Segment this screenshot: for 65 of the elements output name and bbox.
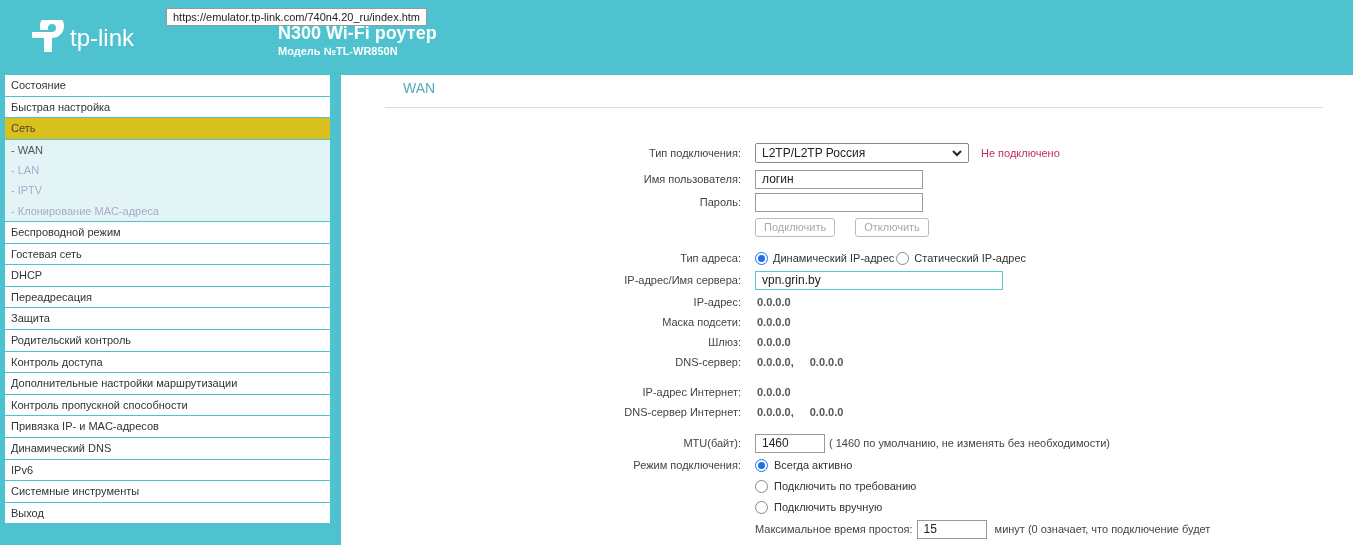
radio-button[interactable] (755, 501, 768, 514)
radio-label: Всегда активно (774, 458, 853, 474)
sidebar-item[interactable]: Системные инструменты (5, 481, 330, 503)
sidebar-item[interactable]: DHCP (5, 265, 330, 287)
sidebar-item[interactable]: Состояние (5, 75, 330, 97)
field-label: Пароль: (698, 195, 742, 211)
sidebar-item[interactable]: Привязка IP- и MAC-адресов (5, 416, 330, 438)
value-text: 0.0.0.0, (757, 404, 794, 420)
connection-status: Не подключено (981, 145, 1060, 161)
field-label: DNS-сервер: (674, 354, 742, 370)
sidebar-item[interactable]: Быстрая настройка (5, 96, 330, 119)
value-text: 0.0.0.0 (757, 384, 791, 400)
hint-text: ( 1460 по умолчанию, не изменять без необходимости) (829, 436, 1110, 452)
product-title: N300 Wi-Fi роутер (278, 23, 437, 45)
text-field[interactable]: 1460 (755, 434, 825, 453)
field-label: Максимальное время простоя: (755, 522, 913, 538)
field-label: IP-адрес/Имя сервера: (623, 273, 742, 289)
sidebar-item[interactable]: Переадресация (5, 286, 330, 309)
tooltip: https://emulator.tp-link.com/740n4.20_ru/index.htm (166, 8, 428, 26)
page-title: WAN (385, 75, 1323, 108)
hint-text: минут (0 означает, что подключение будет (994, 522, 1211, 538)
sidebar-item[interactable]: Родительский контроль (5, 329, 330, 352)
sidebar-item[interactable]: Беспроводной режим (5, 221, 330, 244)
radio-button[interactable] (755, 480, 768, 493)
model-text: Модель №TL-WR850N (278, 44, 399, 59)
field-label: MTU(байт): (682, 436, 742, 452)
radio-label: Подключить вручную (774, 500, 883, 516)
sidebar-item[interactable]: Динамический DNS (5, 437, 330, 460)
radio-label: Подключить по требованию (774, 479, 917, 495)
sidebar-item[interactable]: IPv6 (5, 459, 330, 482)
sidebar-item[interactable]: Сеть (5, 118, 330, 140)
field-label: IP-адрес Интернет: (641, 384, 742, 400)
connection-type-select[interactable]: L2TP/L2TP Россия (755, 143, 969, 163)
field-label: IP-адрес: (692, 294, 742, 310)
sidebar-item[interactable]: Выход (5, 502, 330, 525)
field-label: Шлюз: (707, 334, 742, 350)
text-field[interactable]: 15 (916, 520, 987, 539)
value-text: 0.0.0.0 (757, 314, 791, 330)
submenu-item[interactable]: - WAN (5, 139, 330, 161)
text-field[interactable] (755, 193, 923, 212)
field-label: Режим подключения: (632, 458, 742, 474)
logo-text: tp-link (70, 22, 135, 53)
field-label: Маска подсети: (661, 314, 742, 330)
value-text: 0.0.0.0, (757, 354, 794, 370)
field-label: Имя пользователя: (642, 172, 742, 188)
field-label: DNS-сервер Интернет: (623, 404, 742, 420)
sidebar-item[interactable]: Защита (5, 308, 330, 330)
text-field[interactable]: vpn.grin.by (755, 271, 1003, 290)
text-field[interactable]: логин (755, 170, 923, 189)
sidebar-item[interactable]: Гостевая сеть (5, 243, 330, 266)
field-label: Тип подключения: (647, 145, 742, 161)
radio-button[interactable] (896, 252, 910, 265)
value-text: 0.0.0.0 (757, 294, 791, 310)
field-label: Тип адреса: (679, 251, 742, 267)
radio-label: Динамический IP-адрес (773, 251, 895, 267)
radio-label: Статический IP-адрес (914, 251, 1027, 267)
sidebar-item[interactable]: Контроль доступа (5, 351, 330, 374)
value-text: 0.0.0.0 (757, 334, 791, 350)
radio-button[interactable] (755, 252, 768, 265)
value-text: 0.0.0.0 (809, 404, 844, 420)
value-text: 0.0.0.0 (809, 354, 844, 370)
radio-button[interactable] (755, 459, 768, 472)
sidebar-item[interactable]: Контроль пропускной способности (5, 394, 330, 417)
sidebar-item[interactable]: Дополнительные настройки маршрутизации (5, 373, 330, 395)
chevron-down-icon (952, 149, 962, 157)
